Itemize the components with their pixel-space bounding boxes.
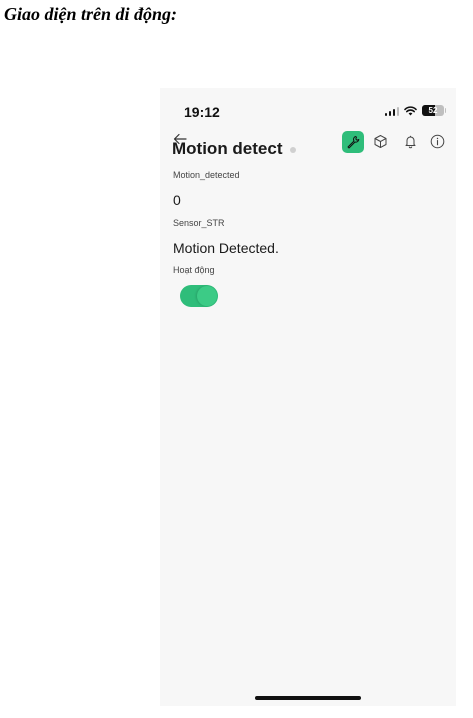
battery-level: 52 bbox=[428, 106, 438, 115]
box-icon[interactable] bbox=[373, 134, 388, 149]
phone-screen: 19:12 52 Motion detect Motion_detected 0… bbox=[160, 88, 456, 706]
status-dot bbox=[289, 147, 296, 153]
field-label-motion-detected: Motion_detected bbox=[173, 170, 240, 180]
status-icons: 52 bbox=[384, 105, 446, 116]
status-bar: 19:12 52 bbox=[160, 88, 456, 132]
home-indicator[interactable] bbox=[255, 696, 361, 700]
toggle-label: Hoạt động bbox=[173, 265, 215, 275]
status-time: 19:12 bbox=[184, 104, 220, 120]
field-value-sensor-str: Motion Detected. bbox=[173, 240, 279, 256]
document-heading: Giao diện trên di động: bbox=[4, 4, 178, 24]
bell-icon[interactable] bbox=[403, 134, 418, 149]
tools-button[interactable] bbox=[342, 131, 364, 153]
field-label-sensor-str: Sensor_STR bbox=[173, 218, 225, 228]
battery-icon: 52 bbox=[422, 105, 446, 116]
title-row: Motion detect bbox=[172, 139, 296, 159]
signal-icon bbox=[384, 106, 399, 116]
active-toggle[interactable] bbox=[180, 285, 218, 307]
toggle-knob bbox=[197, 286, 217, 306]
field-value-motion-detected: 0 bbox=[173, 192, 181, 208]
wifi-icon bbox=[404, 105, 417, 115]
wrench-icon bbox=[347, 136, 360, 149]
info-icon[interactable] bbox=[430, 134, 445, 149]
page-title: Motion detect bbox=[172, 139, 283, 158]
